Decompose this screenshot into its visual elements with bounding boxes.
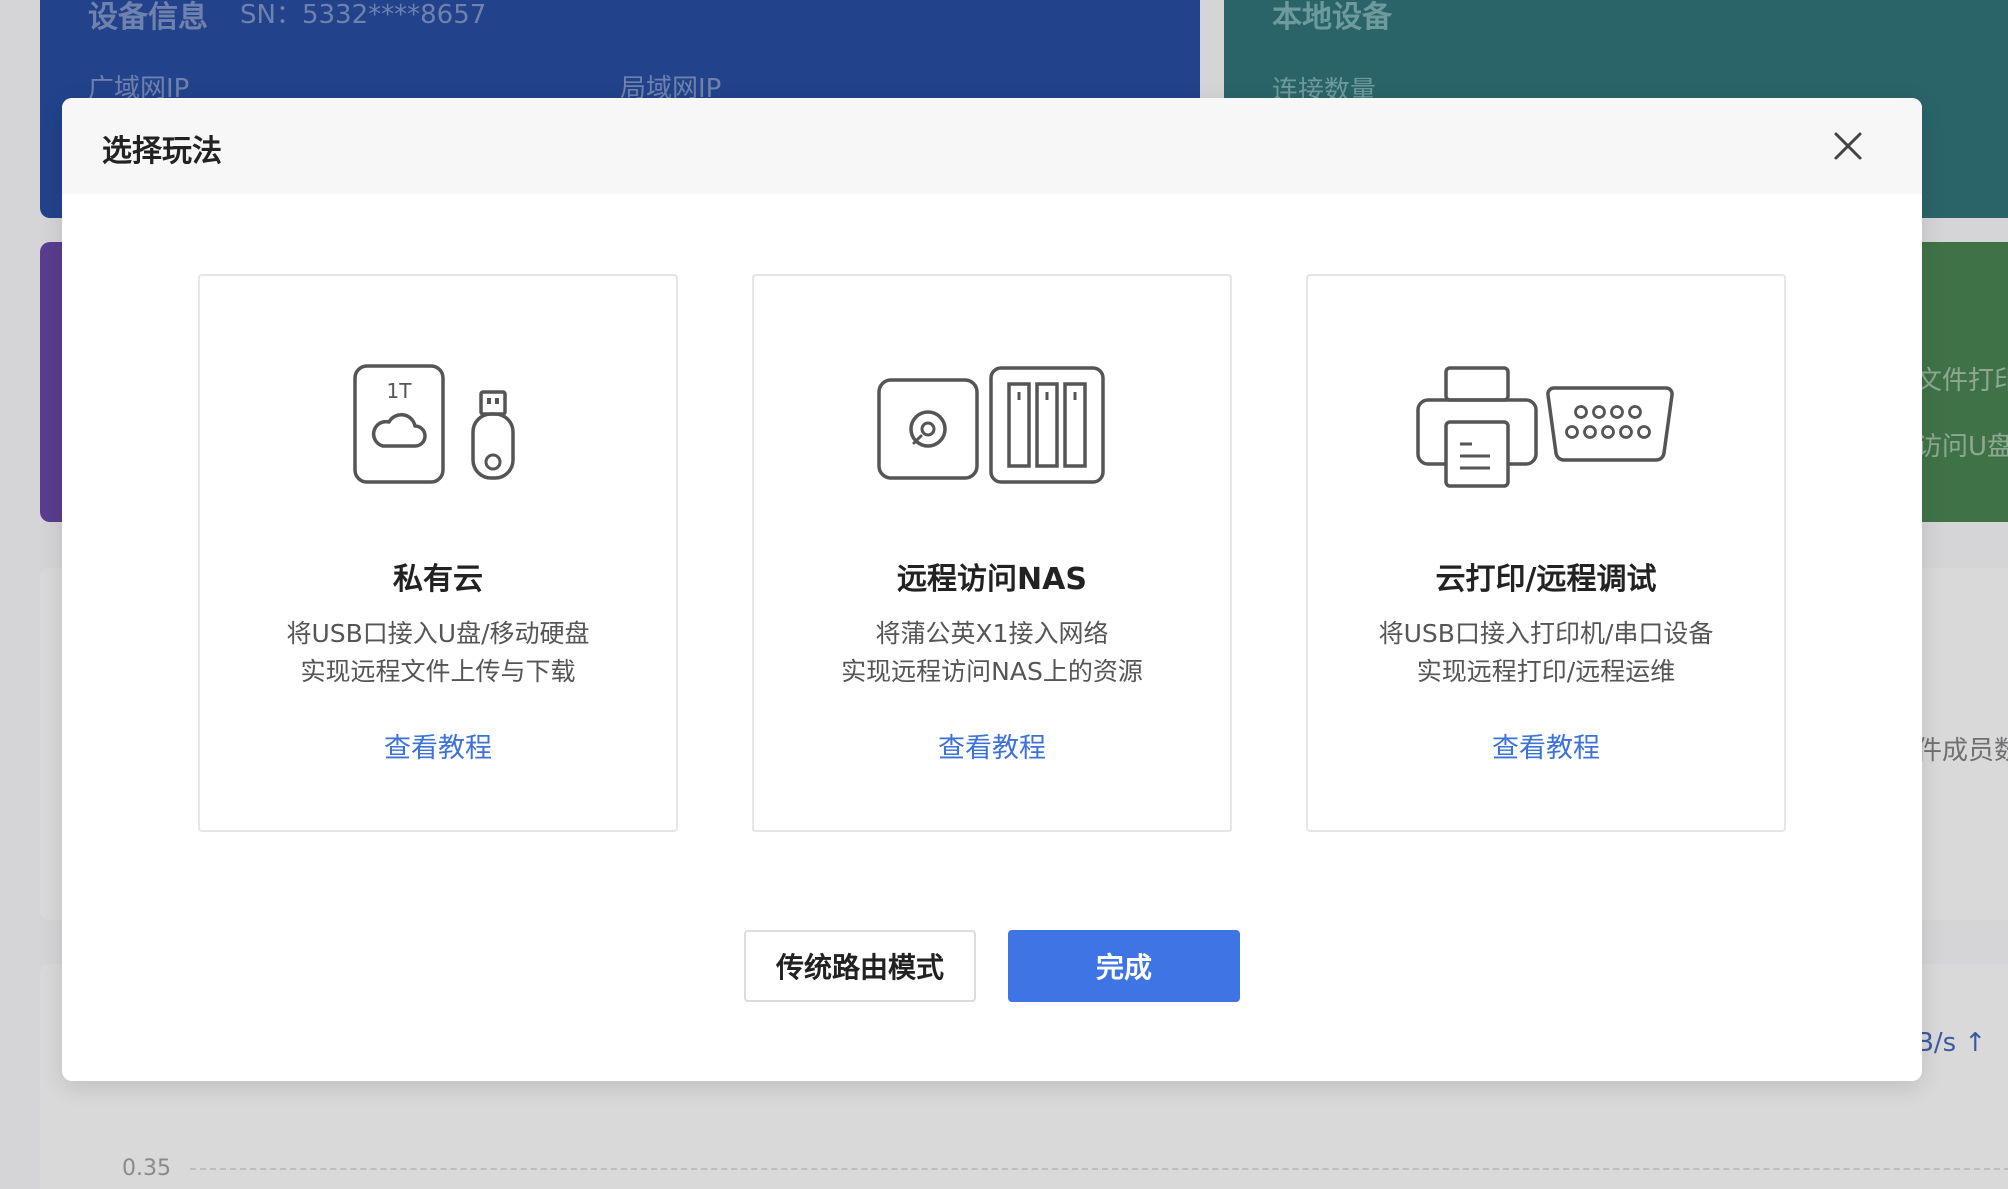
view-tutorial-link[interactable]: 查看教程 — [1308, 726, 1784, 765]
option-card-remote-nas[interactable]: 远程访问NAS 将蒲公英X1接入网络 实现远程访问NAS上的资源 查看教程 — [752, 274, 1232, 832]
card-description-line1: 将USB口接入U盘/移动硬盘 — [286, 619, 590, 648]
disk-capacity-badge: 1T — [387, 379, 413, 403]
members-count-label: 件成员数 — [1916, 736, 2008, 766]
done-button[interactable]: 完成 — [1008, 930, 1240, 1002]
dialog-title: 选择玩法 — [102, 134, 222, 169]
card-description-line2: 实现远程访问NAS上的资源 — [841, 657, 1143, 686]
option-card-cloud-print[interactable]: 云打印/远程调试 将USB口接入打印机/串口设备 实现远程打印/远程运维 查看教… — [1306, 274, 1786, 832]
option-card-private-cloud[interactable]: 1T 私有云 将USB口接入U盘/移动硬盘 实现远程文件上传与下载 查看教程 — [198, 274, 678, 832]
file-print-text: 文件打印 — [1916, 366, 2008, 396]
device-info-title: 设备信息 — [88, 0, 208, 35]
view-tutorial-link[interactable]: 查看教程 — [754, 726, 1230, 765]
view-tutorial-link[interactable]: 查看教程 — [200, 726, 676, 765]
card-title: 私有云 — [393, 562, 483, 597]
traditional-router-mode-button[interactable]: 传统路由模式 — [744, 930, 976, 1002]
cloud-print-illustration — [1308, 362, 1784, 492]
chart-gridline — [190, 1168, 2008, 1170]
choose-mode-dialog: 选择玩法 1T 私有云 将USB口接入U盘/移动硬盘 实现远程文件上传与下载 查… — [62, 98, 1922, 1081]
close-icon — [1834, 132, 1862, 160]
private-cloud-illustration: 1T — [200, 362, 676, 492]
chart-y-tick: 0.35 — [122, 1156, 171, 1181]
card-description-line2: 实现远程文件上传与下载 — [300, 657, 576, 686]
card-description-line2: 实现远程打印/远程运维 — [1416, 657, 1676, 686]
card-description-line1: 将蒲公英X1接入网络 — [875, 619, 1109, 648]
device-sn: SN：5332****8657 — [240, 0, 487, 30]
dialog-header: 选择玩法 — [62, 98, 1922, 194]
printer-icon — [1416, 366, 1538, 488]
usb-access-text: 访问U盘 — [1916, 432, 2008, 462]
card-title: 云打印/远程调试 — [1435, 562, 1657, 597]
card-title: 远程访问NAS — [897, 562, 1087, 597]
upload-speed-label: B/s ↑ — [1916, 1028, 1987, 1058]
close-button[interactable] — [1828, 126, 1868, 166]
serial-port-icon — [1546, 386, 1674, 462]
disk-icon — [877, 378, 979, 480]
local-devices-title: 本地设备 — [1272, 0, 1392, 35]
usb-drive-icon — [471, 390, 515, 480]
remote-nas-illustration — [754, 362, 1230, 492]
cloud-disk-icon: 1T — [353, 364, 445, 484]
card-description-line1: 将USB口接入打印机/串口设备 — [1378, 619, 1714, 648]
nas-icon — [989, 366, 1105, 484]
